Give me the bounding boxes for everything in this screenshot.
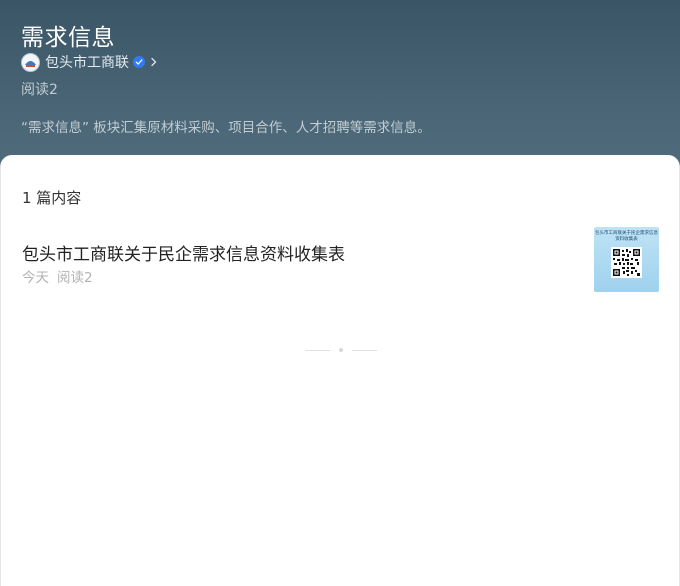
qr-code-icon <box>611 247 642 278</box>
article-reads: 阅读2 <box>57 270 93 286</box>
account-link[interactable]: 包头市工商联 <box>21 52 158 72</box>
divider-dot <box>339 348 343 352</box>
thumbnail-caption: 包头市工商联关于民企需求信息资料收集表 <box>595 231 658 242</box>
list-item[interactable]: 包头市工商联关于民企需求信息资料收集表 今天 阅读2 包头市工商联关于民企需求信… <box>1 225 680 295</box>
content-list-card: 1 篇内容 包头市工商联关于民企需求信息资料收集表 今天 阅读2 包头市工商联关… <box>0 155 680 586</box>
divider-line <box>352 349 377 351</box>
account-name: 包头市工商联 <box>45 55 129 71</box>
read-count: 阅读2 <box>21 82 58 98</box>
collection-description: “需求信息” 板块汇集原材料采购、项目合作、人才招聘等需求信息。 <box>21 120 431 136</box>
article-title[interactable]: 包头市工商联关于民企需求信息资料收集表 <box>22 240 345 265</box>
article-thumbnail[interactable]: 包头市工商联关于民企需求信息资料收集表 <box>594 227 659 292</box>
end-of-list-divider <box>305 348 377 352</box>
divider-line <box>305 349 330 351</box>
article-meta: 今天 阅读2 <box>22 266 93 286</box>
chevron-right-icon <box>151 57 157 67</box>
article-date: 今天 <box>22 270 49 286</box>
verified-badge-icon <box>133 56 145 68</box>
article-count: 1 篇内容 <box>22 189 82 207</box>
page-title: 需求信息 <box>21 25 115 51</box>
org-logo-icon <box>21 52 40 72</box>
